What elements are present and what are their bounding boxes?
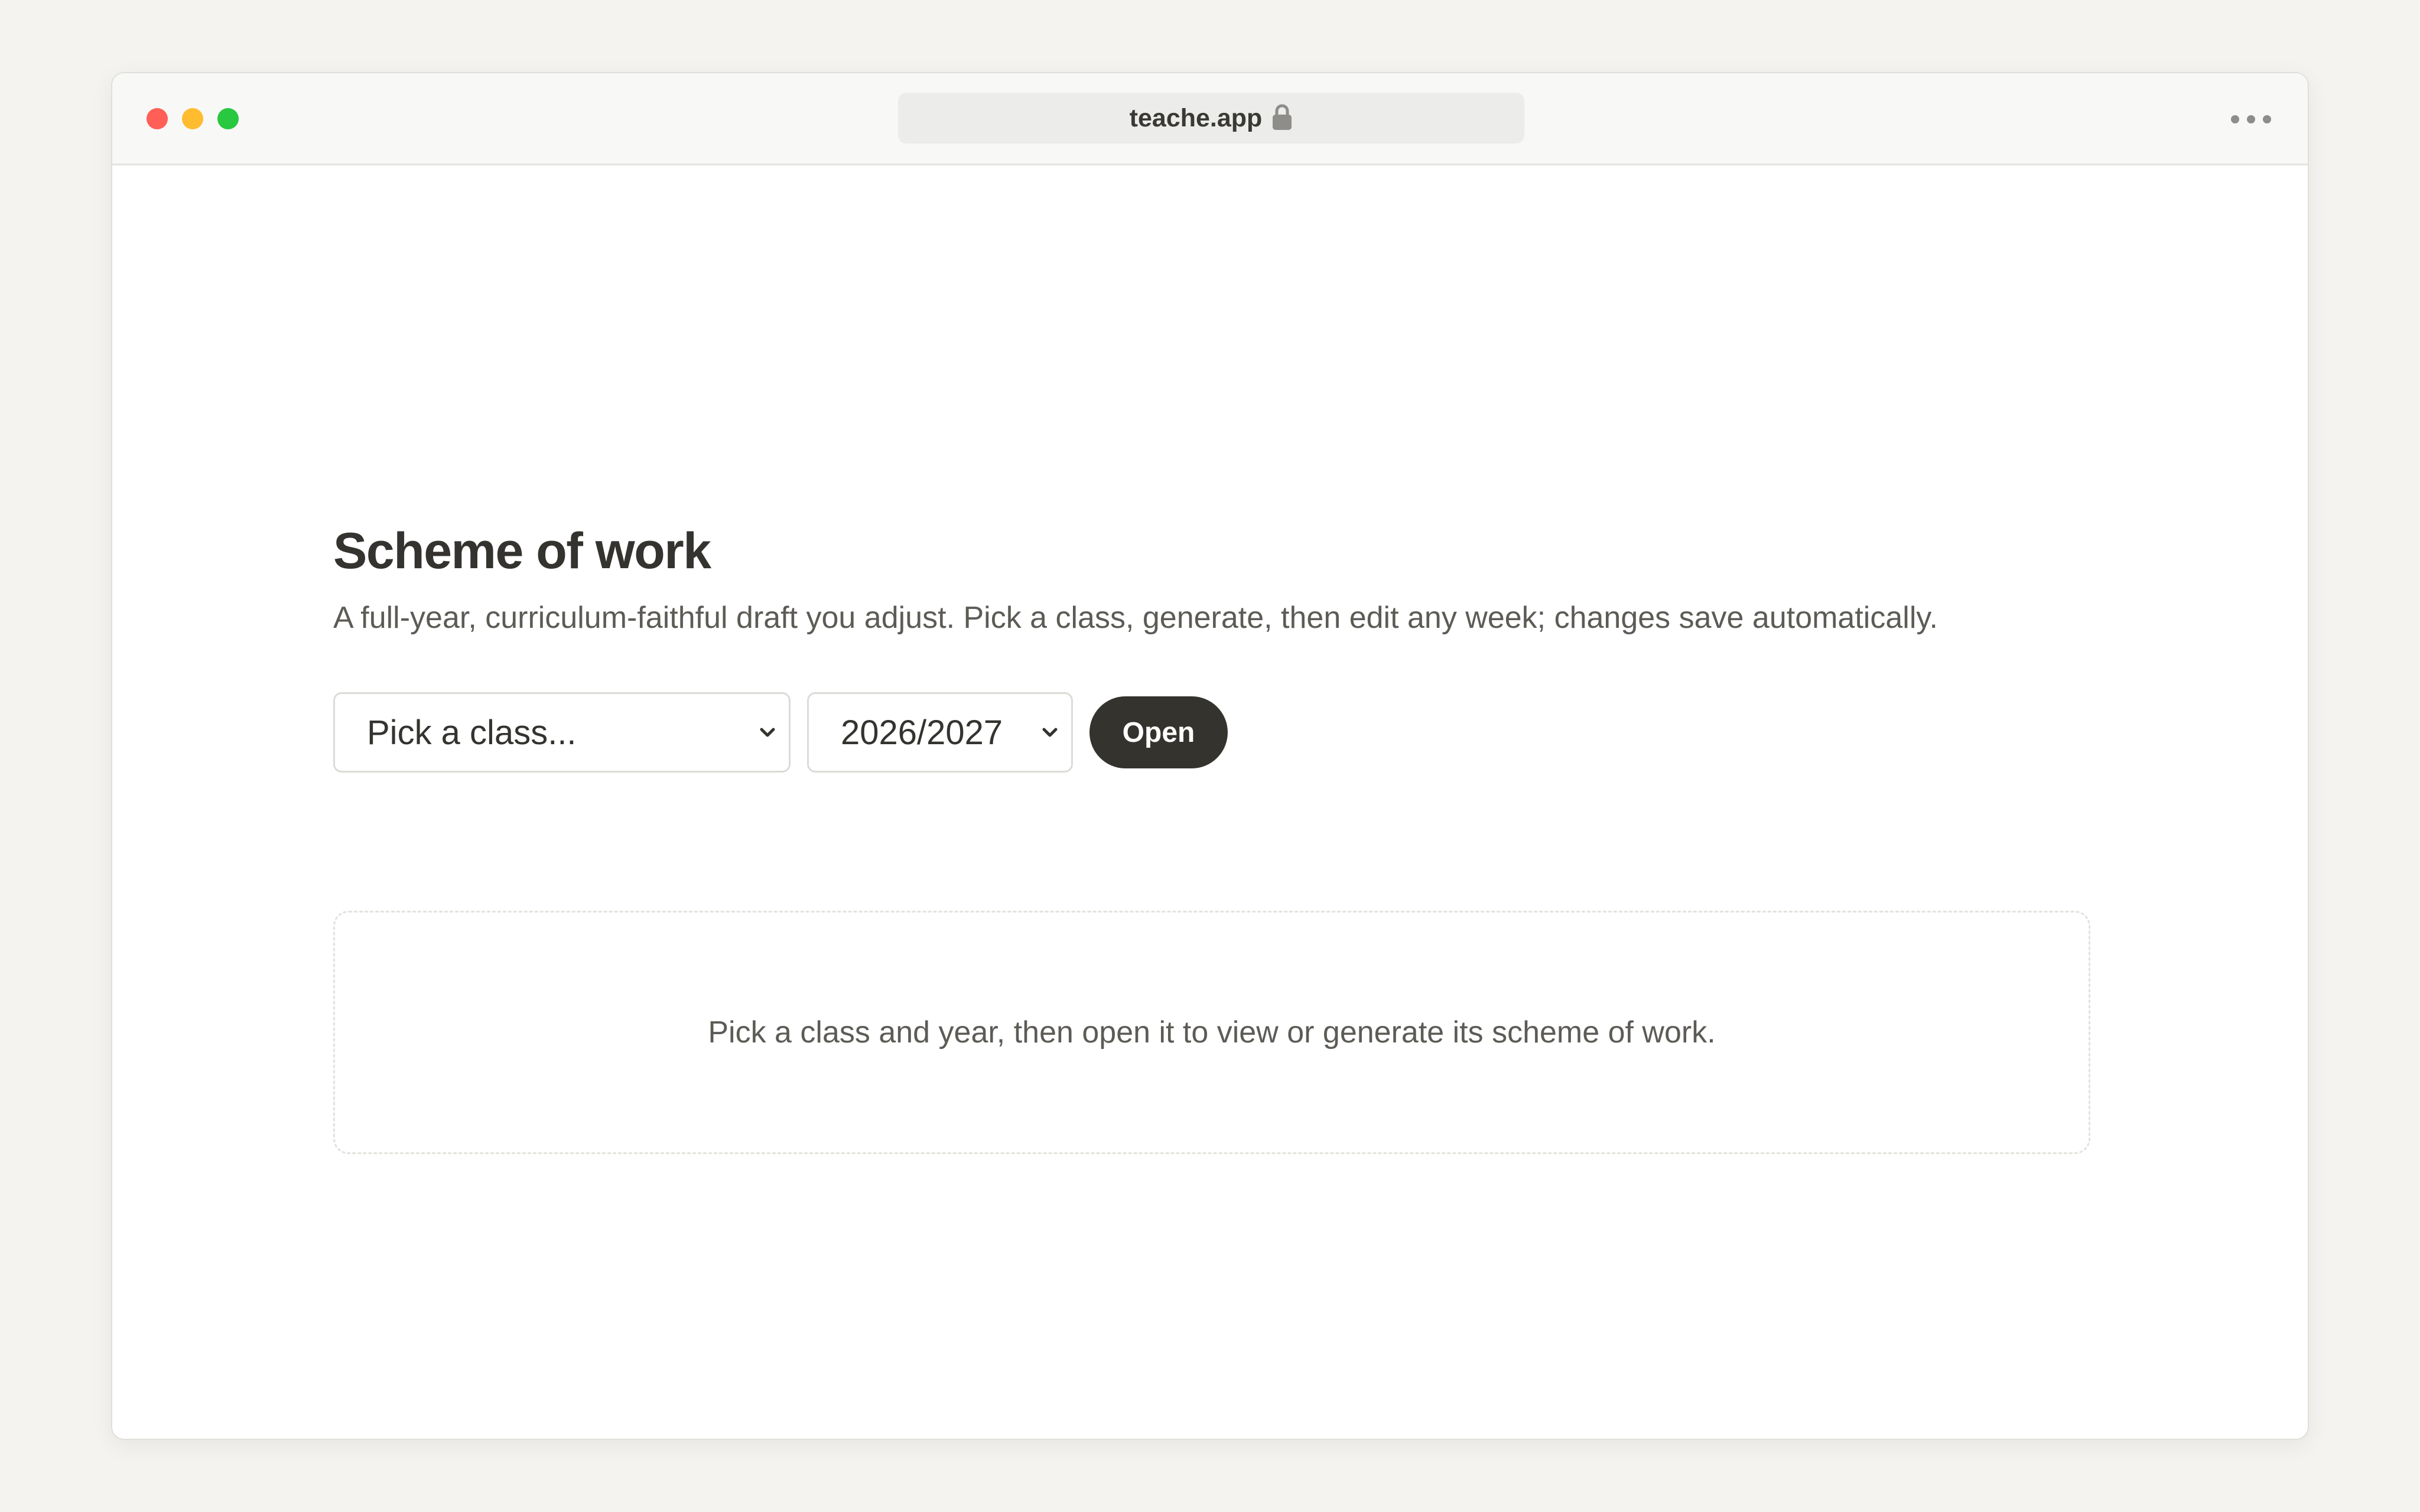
chevron-down-icon [1042, 728, 1058, 737]
page-subtitle: A full-year, curriculum-faithful draft y… [333, 601, 1938, 635]
scheme-controls: Pick a class... 2026/2027 Open [333, 692, 1228, 773]
minimize-window-button[interactable] [182, 108, 203, 129]
class-select-value: Pick a class... [367, 713, 577, 752]
more-horizontal-icon[interactable] [2227, 103, 2275, 136]
empty-state-panel: Pick a class and year, then open it to v… [333, 911, 2090, 1154]
year-select-value: 2026/2027 [841, 713, 1003, 752]
year-select[interactable]: 2026/2027 [807, 692, 1073, 773]
browser-titlebar: teache.app [112, 73, 2308, 165]
maximize-window-button[interactable] [217, 108, 239, 129]
close-window-button[interactable] [147, 108, 168, 129]
empty-state-message: Pick a class and year, then open it to v… [708, 1015, 1716, 1050]
lock-icon [1271, 103, 1293, 131]
browser-window: teache.app Scheme of work A full-year, c… [111, 72, 2309, 1440]
address-bar[interactable]: teache.app [898, 93, 1524, 144]
chevron-down-icon [760, 728, 775, 737]
open-button[interactable]: Open [1089, 696, 1228, 768]
url-text: teache.app [1129, 103, 1263, 132]
class-select[interactable]: Pick a class... [333, 692, 791, 773]
page-title: Scheme of work [333, 523, 711, 579]
